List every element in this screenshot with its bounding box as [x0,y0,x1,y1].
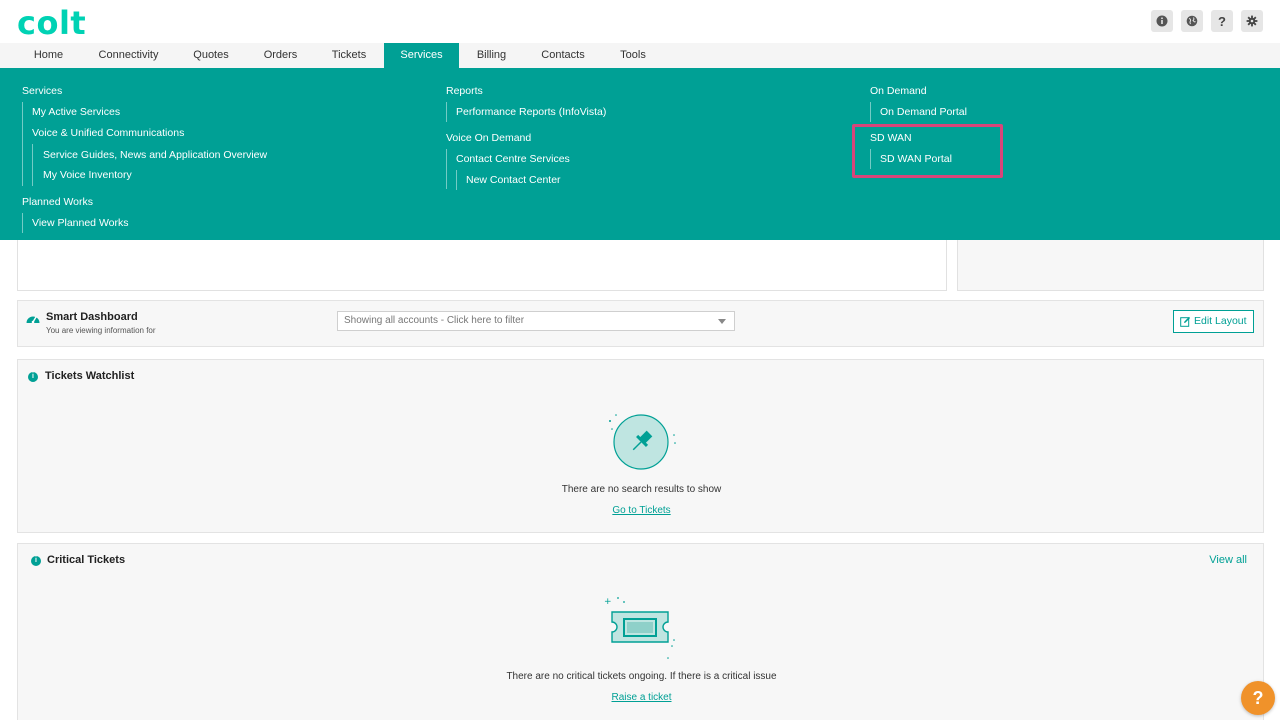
go-to-tickets-label[interactable]: Go to Tickets [612,505,670,516]
critical-tickets-panel: i Critical Tickets View all + There are … [17,543,1264,720]
nav-quotes[interactable]: Quotes [180,43,242,69]
top-left-widget [17,240,947,291]
help-icon[interactable]: ? [1211,10,1233,32]
dashboard-content: Smart Dashboard You are viewing informat… [0,240,1280,720]
menu-link-contact-centre[interactable]: Contact Centre Services [456,153,570,165]
smart-dashboard-subtitle: You are viewing information for [46,326,156,335]
menu-link-voice-unified[interactable]: Voice & Unified Communications [32,127,184,139]
menu-divider [22,213,23,233]
menu-divider [446,102,447,122]
nav-contacts[interactable]: Contacts [530,43,596,69]
smart-dashboard-title: Smart Dashboard [46,311,138,323]
raise-ticket-label[interactable]: Raise a ticket [611,692,671,703]
tickets-watchlist-title: Tickets Watchlist [45,370,135,382]
globe-icon[interactable] [1181,10,1203,32]
go-to-tickets-link[interactable]: Go to Tickets [18,505,1265,516]
top-bar: colt ? [0,0,1280,43]
menu-link-performance-reports[interactable]: Performance Reports (InfoVista) [456,106,606,118]
menu-heading-on-demand[interactable]: On Demand [870,85,927,97]
menu-link-view-planned-works[interactable]: View Planned Works [32,217,129,229]
services-mega-menu: Services My Active Services Voice & Unif… [0,68,1280,240]
info-icon[interactable] [1151,10,1173,32]
nav-tickets[interactable]: Tickets [318,43,380,69]
help-chat-button[interactable]: ? [1241,681,1275,715]
gear-icon[interactable] [1241,10,1263,32]
menu-link-on-demand-portal[interactable]: On Demand Portal [880,106,967,118]
edit-icon [1180,316,1191,327]
info-icon: i [28,372,38,382]
top-icons: ? [1151,10,1263,32]
menu-divider [446,149,447,189]
critical-empty-message: There are no critical tickets ongoing. I… [506,671,777,682]
menu-link-my-active-services[interactable]: My Active Services [32,106,120,118]
menu-divider [22,102,23,186]
speedometer-icon [26,316,40,324]
raise-ticket-link[interactable]: Raise a ticket [18,692,1265,703]
nav-connectivity[interactable]: Connectivity [87,43,170,69]
menu-heading-reports[interactable]: Reports [446,85,483,97]
nav-services[interactable]: Services [384,43,459,69]
view-all-link[interactable]: View all [1209,554,1247,566]
menu-divider [456,170,457,190]
colt-logo[interactable]: colt [17,4,86,42]
nav-orders[interactable]: Orders [252,43,309,69]
top-right-widget [957,240,1264,291]
nav-tools[interactable]: Tools [610,43,656,69]
pin-illustration-icon [609,414,676,470]
menu-link-new-contact-center[interactable]: New Contact Center [466,174,561,186]
nav-home[interactable]: Home [17,43,80,69]
svg-text:+: + [604,597,612,607]
account-filter-select[interactable]: Showing all accounts - Click here to fil… [337,311,735,331]
edit-layout-label: Edit Layout [1194,315,1247,327]
nav-billing[interactable]: Billing [466,43,517,69]
main-nav: Home Connectivity Quotes Orders Tickets … [0,43,1280,69]
ticket-illustration-icon: + [604,597,675,659]
menu-link-my-voice-inventory[interactable]: My Voice Inventory [43,169,132,181]
watchlist-empty-message: There are no search results to show [561,484,722,495]
sd-wan-highlight-box [852,124,1003,178]
menu-heading-services[interactable]: Services [22,85,62,97]
menu-heading-voice-on-demand[interactable]: Voice On Demand [446,132,531,144]
menu-divider [870,102,871,122]
chevron-down-icon [718,319,726,324]
critical-tickets-title: Critical Tickets [47,554,126,566]
account-filter-text: Showing all accounts - Click here to fil… [344,315,525,326]
menu-link-service-guides[interactable]: Service Guides, News and Application Ove… [43,149,267,161]
info-icon: i [31,556,41,566]
tickets-watchlist-panel: i Tickets Watchlist There are no search … [17,359,1264,533]
edit-layout-button[interactable]: Edit Layout [1173,310,1254,333]
menu-heading-planned-works[interactable]: Planned Works [22,196,93,208]
smart-dashboard-bar: Smart Dashboard You are viewing informat… [17,300,1264,347]
menu-divider [32,144,33,186]
